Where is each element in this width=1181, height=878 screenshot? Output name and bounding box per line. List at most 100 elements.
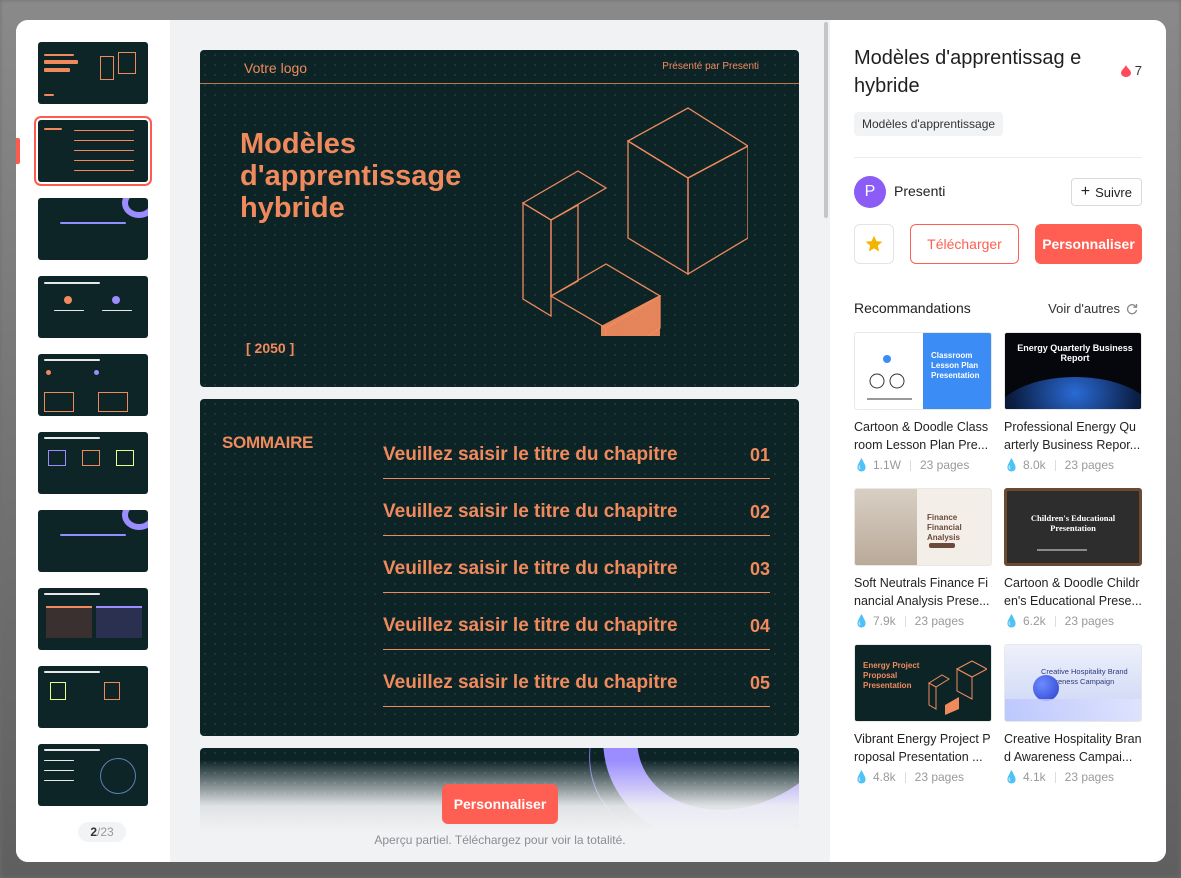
plus-icon: + (1080, 183, 1091, 200)
toc-row: Veuillez saisir le titre du chapitre 02 (383, 479, 770, 536)
follow-label: Suivre (1095, 184, 1132, 200)
recommendation-views: 7.9k (872, 614, 896, 628)
thumb-title: Classroom Lesson Plan Presentation (931, 351, 980, 380)
recommendation-meta: 💧 4.8k 23 pages (854, 770, 992, 784)
see-more-button[interactable]: Voir d'autres (1048, 301, 1138, 316)
recommendation-thumbnail[interactable]: Classroom Lesson Plan Presentation (854, 332, 992, 410)
template-info-panel: Modèles d'apprentissag e hybride 7 Modèl… (830, 20, 1166, 862)
recommendation-thumbnail[interactable]: Energy Quarterly Business Report (1004, 332, 1142, 410)
author-avatar[interactable]: P (854, 176, 886, 208)
recommendation-name[interactable]: Professional Energy Quarterly Business R… (1004, 418, 1142, 454)
slide-preview-area[interactable]: Votre logo Présenté par Presenti Modèles… (170, 20, 830, 862)
preview-slide-1: Votre logo Présenté par Presenti Modèles… (200, 50, 799, 387)
drop-icon: 💧 (1004, 770, 1019, 784)
recommendation-thumbnail[interactable]: Creative Hospitality Brand Awareness Cam… (1004, 644, 1142, 722)
recommendation-card[interactable]: Children's Educational Presentation Cart… (1004, 488, 1142, 628)
slide-thumbnails: 2/23 (16, 20, 170, 862)
drop-icon: 💧 (1004, 458, 1019, 472)
recommendation-card[interactable]: Classroom Lesson Plan Presentation Carto… (854, 332, 992, 472)
toc-row-number: 05 (749, 673, 770, 693)
recommendations-heading: Recommandations (854, 300, 971, 316)
download-button[interactable]: Télécharger (910, 224, 1019, 264)
recommendation-pages: 23 pages (914, 770, 965, 784)
drop-icon: 💧 (1004, 614, 1019, 628)
toc-row: Veuillez saisir le titre du chapitre 04 (383, 593, 770, 650)
recommendation-pages: 23 pages (914, 614, 965, 628)
drop-icon: 💧 (854, 614, 869, 628)
category-tag[interactable]: Modèles d'apprentissage (854, 112, 1004, 136)
divider (854, 157, 1142, 158)
recommendation-views: 6.2k (1022, 614, 1046, 628)
recommendation-card[interactable]: Energy Quarterly Business Report Profess… (1004, 332, 1142, 472)
recommendation-thumbnail[interactable]: Finance Financial Analysis (854, 488, 992, 566)
toc-row-title: Veuillez saisir le titre du chapitre (383, 558, 678, 579)
isometric-blocks-illustration (521, 107, 748, 336)
favorite-button[interactable] (854, 224, 894, 264)
recommendation-name[interactable]: Cartoon & Doodle Classroom Lesson Plan P… (854, 418, 992, 454)
template-preview-modal: 2/23 Votre logo Présenté par Presenti Mo… (16, 20, 1166, 862)
thumb-title: Energy Quarterly Business Report (1017, 343, 1133, 363)
recommendation-card[interactable]: Finance Financial Analysis Soft Neutrals… (854, 488, 992, 628)
thumb-title: Children's Educational Presentation (1030, 513, 1116, 533)
thumbnail-slide-7[interactable] (38, 510, 148, 572)
thumbnail-slide-5[interactable] (38, 354, 148, 416)
recommendation-thumbnail[interactable]: Children's Educational Presentation (1004, 488, 1142, 566)
slide-logo-text: Votre logo (244, 60, 308, 76)
toc-row-number: 01 (749, 445, 770, 465)
star-icon (865, 235, 883, 252)
active-thumb-indicator (16, 138, 20, 164)
slide-year: [ 2050 ] (246, 340, 295, 356)
recommendation-views: 1.1W (872, 458, 901, 472)
thumbnail-slide-8[interactable] (38, 588, 148, 650)
toc-row-title: Veuillez saisir le titre du chapitre (383, 501, 678, 522)
customize-button[interactable]: Personnaliser (1035, 224, 1142, 264)
toc-row-title: Veuillez saisir le titre du chapitre (383, 444, 678, 465)
refresh-icon (1126, 303, 1138, 314)
recommendation-views: 4.8k (872, 770, 896, 784)
recommendation-name[interactable]: Creative Hospitality Brand Awareness Cam… (1004, 730, 1142, 766)
recommendation-pages: 23 pages (1064, 770, 1115, 784)
recommendation-meta: 💧 8.0k 23 pages (1004, 458, 1142, 472)
recommendation-views: 8.0k (1022, 458, 1046, 472)
toc-row-number: 03 (749, 559, 770, 579)
doodle-illustration (867, 355, 912, 400)
recommendation-name[interactable]: Cartoon & Doodle Children's Educational … (1004, 574, 1142, 610)
recommendation-card[interactable]: Creative Hospitality Brand Awareness Cam… (1004, 644, 1142, 784)
thumbnail-slide-4[interactable] (38, 276, 148, 338)
toc-row: Veuillez saisir le titre du chapitre 01 (383, 422, 770, 479)
see-more-label: Voir d'autres (1048, 301, 1120, 316)
customize-cta-button[interactable]: Personnaliser (442, 784, 558, 824)
recommendation-name[interactable]: Soft Neutrals Finance Financial Analysis… (854, 574, 992, 610)
toc-row-number: 04 (749, 616, 770, 636)
page-current: 2 (90, 825, 97, 839)
author-name[interactable]: Presenti (894, 183, 945, 199)
preview-slide-2: SOMMAIRE Veuillez saisir le titre du cha… (200, 399, 799, 736)
drop-icon: 💧 (854, 458, 869, 472)
template-title: Modèles d'apprentissag e hybride (854, 47, 1082, 97)
preview-scrollbar[interactable] (824, 22, 828, 218)
slide-title: Modèles d'apprentissage hybride (240, 128, 462, 224)
isometric-mini-illustration (928, 660, 987, 715)
thumbnail-slide-2[interactable] (34, 116, 152, 186)
toc-row-title: Veuillez saisir le titre du chapitre (383, 672, 678, 693)
recommendation-thumbnail[interactable]: Energy Project Proposal Presentation (854, 644, 992, 722)
slide-toc-heading: SOMMAIRE (222, 433, 314, 452)
thumbnail-slide-9[interactable] (38, 666, 148, 728)
recommendation-pages: 23 pages (919, 458, 970, 472)
thumbnail-slide-10[interactable] (38, 744, 148, 806)
follow-button[interactable]: + Suivre (1070, 178, 1142, 206)
recommendation-meta: 💧 4.1k 23 pages (1004, 770, 1142, 784)
drop-icon: 💧 (854, 770, 869, 784)
toc-row-title: Veuillez saisir le titre du chapitre (383, 615, 678, 636)
recommendation-meta: 💧 1.1W 23 pages (854, 458, 992, 472)
recommendation-card[interactable]: Energy Project Proposal Presentation Vib… (854, 644, 992, 784)
thumbnail-slide-3[interactable] (38, 198, 148, 260)
likes-count: 7 (1120, 63, 1142, 78)
thumbnail-slide-1[interactable] (38, 42, 148, 104)
recommendation-name[interactable]: Vibrant Energy Project Proposal Presenta… (854, 730, 992, 766)
thumb-title: Energy Project Proposal Presentation (863, 661, 920, 690)
toc-row: Veuillez saisir le titre du chapitre 05 (383, 650, 770, 707)
thumbnail-slide-6[interactable] (38, 432, 148, 494)
recommendation-views: 4.1k (1022, 770, 1046, 784)
recommendation-pages: 23 pages (1064, 614, 1115, 628)
